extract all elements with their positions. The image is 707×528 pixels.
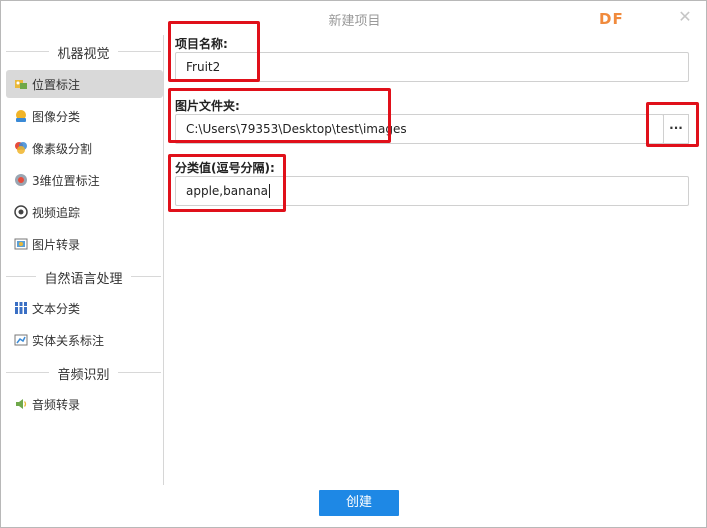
image-folder-label: 图片文件夹: [175, 99, 240, 113]
text-caret [269, 184, 271, 198]
sidebar-divider [163, 35, 164, 485]
3d-position-icon [14, 173, 28, 187]
group-nlp: 自然语言处理 [6, 266, 161, 287]
image-classify-icon [14, 109, 28, 123]
project-name-value: Fruit2 [186, 60, 221, 74]
image-folder-value: C:\Users\79353\Desktop\test\images [186, 122, 407, 136]
group-audio: 音频识别 [6, 362, 161, 383]
text-classify-icon [14, 301, 28, 315]
class-values-label: 分类值(逗号分隔): [175, 161, 275, 175]
sidebar-item-label: 像素级分割 [32, 141, 93, 156]
new-project-dialog: 新建项目 DF ✕ 机器视觉 位置标注 图像分类 像素级分割 3维位置标注 视频… [0, 0, 707, 528]
group-machine-vision: 机器视觉 [6, 41, 161, 62]
sidebar-item-pixel-segment[interactable]: 像素级分割 [6, 134, 163, 162]
sidebar-item-audio-transcribe[interactable]: 音频转录 [6, 390, 163, 418]
close-icon[interactable]: ✕ [677, 9, 693, 25]
audio-transcribe-icon [14, 397, 28, 411]
create-button[interactable]: 创建 [319, 490, 399, 516]
sidebar-item-label: 图像分类 [32, 109, 81, 124]
sidebar-item-label: 文本分类 [32, 301, 81, 316]
project-name-input[interactable]: Fruit2 [175, 52, 689, 82]
video-track-icon [14, 205, 28, 219]
sidebar-item-label: 3维位置标注 [32, 173, 100, 188]
sidebar-item-video-track[interactable]: 视频追踪 [6, 198, 163, 226]
sidebar-item-label: 音频转录 [32, 397, 81, 412]
group-label: 机器视觉 [49, 47, 118, 62]
group-label: 自然语言处理 [36, 272, 131, 287]
group-label: 音频识别 [49, 368, 118, 383]
sidebar-item-image-transcribe[interactable]: 图片转录 [6, 230, 163, 258]
class-values-input[interactable]: apple,banana [175, 176, 689, 206]
image-folder-input[interactable]: C:\Users\79353\Desktop\test\images [175, 114, 664, 144]
df-logo: DF [599, 10, 624, 28]
class-values-value: apple,banana [186, 184, 269, 198]
sidebar-item-label: 实体关系标注 [32, 333, 105, 348]
browse-button[interactable]: ··· [663, 114, 689, 144]
sidebar-item-label: 图片转录 [32, 237, 81, 252]
sidebar-item-position-tag[interactable]: 位置标注 [6, 70, 163, 98]
pixel-segment-icon [14, 141, 28, 155]
sidebar-item-image-classify[interactable]: 图像分类 [6, 102, 163, 130]
sidebar-item-entity-relation[interactable]: 实体关系标注 [6, 326, 163, 354]
image-transcribe-icon [14, 237, 28, 251]
entity-relation-icon [14, 333, 28, 347]
position-tag-icon [14, 77, 28, 91]
sidebar-item-3d-position[interactable]: 3维位置标注 [6, 166, 163, 194]
sidebar-item-label: 位置标注 [32, 77, 81, 92]
project-name-label: 项目名称: [175, 37, 228, 51]
sidebar-item-label: 视频追踪 [32, 205, 81, 220]
sidebar-item-text-classify[interactable]: 文本分类 [6, 294, 163, 322]
